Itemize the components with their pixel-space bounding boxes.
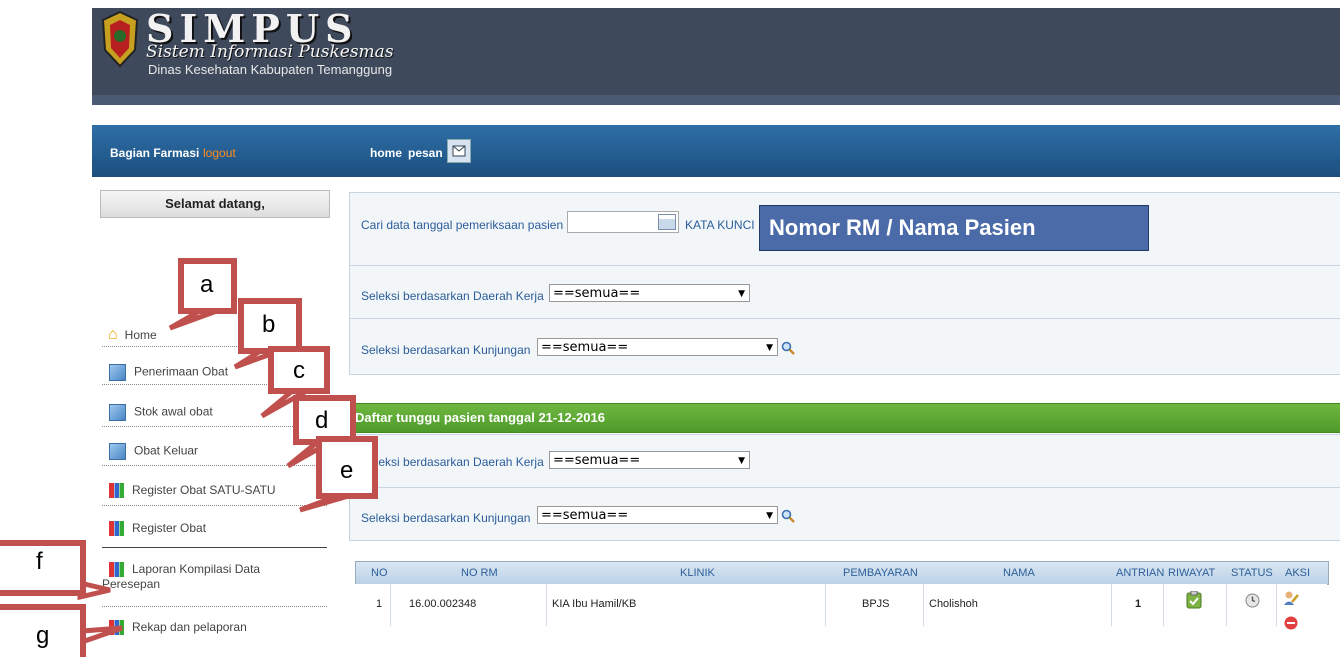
kunjungan-filter-label: Seleksi berdasarkan Kunjungan bbox=[361, 343, 531, 357]
search-icon[interactable] bbox=[781, 509, 795, 523]
welcome-banner: Selamat datang, bbox=[100, 190, 330, 218]
home-icon: ⌂ bbox=[108, 326, 118, 343]
cell-pembayaran: BPJS bbox=[862, 598, 890, 610]
organization-name: Dinas Kesehatan Kabupaten Temanggung bbox=[148, 62, 393, 77]
sidebar-item-label: Rekap dan pelaporan bbox=[132, 620, 247, 634]
nav-pesan-link[interactable]: pesan bbox=[408, 146, 443, 160]
sidebar-item-label: Register Obat SATU-SATU bbox=[132, 483, 276, 497]
chart-icon bbox=[109, 483, 124, 499]
edit-user-icon[interactable] bbox=[1283, 590, 1299, 606]
logout-link[interactable]: logout bbox=[203, 146, 236, 160]
col-aksi: AKSI bbox=[1285, 567, 1311, 579]
sidebar-item-label: Laporan Kompilasi Data bbox=[132, 562, 261, 576]
col-nama: NAMA bbox=[1003, 567, 1035, 579]
col-klinik: KLINIK bbox=[680, 567, 715, 579]
chart-icon bbox=[109, 620, 124, 636]
status-clock-icon[interactable] bbox=[1245, 593, 1260, 608]
sidebar-item-label: Stok awal obat bbox=[134, 404, 213, 419]
queue-kunjungan-select[interactable]: ==semua== ▼ bbox=[537, 506, 778, 524]
col-no: NO bbox=[371, 567, 388, 579]
edit-icon bbox=[109, 364, 126, 381]
daerah-filter-label: Seleksi berdasarkan Daerah Kerja bbox=[361, 289, 544, 303]
keyword-label: KATA KUNCI bbox=[685, 218, 755, 232]
cell-no: 1 bbox=[376, 598, 383, 610]
sidebar-item-label: Register Obat bbox=[132, 521, 207, 535]
sidebar-item-label: Obat Keluar bbox=[134, 443, 199, 458]
callout-f bbox=[0, 540, 86, 596]
callout-c-label: c bbox=[293, 357, 305, 384]
sidebar-item-obat-keluar[interactable]: Obat Keluar bbox=[102, 443, 327, 466]
app-subtitle: Sistem Informasi Puskesmas bbox=[146, 42, 394, 62]
message-icon[interactable] bbox=[447, 139, 471, 163]
user-role: Bagian Farmasi bbox=[110, 146, 200, 160]
chart-icon bbox=[109, 562, 124, 578]
edit-icon bbox=[109, 404, 126, 421]
history-clipboard-icon[interactable] bbox=[1186, 591, 1202, 609]
sidebar-item-rekap-pelaporan[interactable]: Rekap dan pelaporan bbox=[102, 620, 327, 642]
regency-emblem-icon bbox=[101, 10, 139, 68]
nav-home-link[interactable]: home bbox=[370, 146, 402, 160]
chart-icon bbox=[109, 521, 124, 537]
queue-kunjungan-label: Seleksi berdasarkan Kunjungan bbox=[361, 511, 531, 525]
delete-icon[interactable] bbox=[1284, 616, 1298, 630]
header-divider bbox=[92, 95, 1340, 105]
top-navbar bbox=[92, 125, 1340, 177]
callout-b-label: b bbox=[262, 311, 276, 338]
date-search-label: Cari data tanggal pemeriksaan pasien bbox=[361, 218, 564, 232]
cell-no-rm: 16.00.002348 bbox=[409, 598, 477, 610]
search-icon[interactable] bbox=[781, 341, 795, 355]
callout-g-label: g bbox=[36, 622, 50, 649]
cell-nama: Cholishoh bbox=[929, 598, 978, 610]
callout-d-label: d bbox=[315, 407, 329, 434]
callout-a-label: a bbox=[200, 271, 214, 298]
sidebar-item-laporan-kompilasi[interactable]: Laporan Kompilasi Data Peresepan bbox=[102, 562, 327, 607]
table-row[interactable] bbox=[355, 584, 1327, 630]
queue-daerah-label: Seleksi berdasarkan Daerah Kerja bbox=[361, 455, 544, 469]
queue-title: Daftar tunggu pasien tanggal 21-12-2016 bbox=[355, 410, 605, 425]
cell-antrian: 1 bbox=[1135, 598, 1142, 610]
cell-klinik: KIA Ibu Hamil/KB bbox=[552, 598, 637, 610]
keyword-search-input[interactable]: Nomor RM / Nama Pasien bbox=[759, 205, 1149, 251]
sidebar-item-register-obat[interactable]: Register Obat bbox=[102, 521, 327, 548]
col-antrian: ANTRIAN bbox=[1116, 567, 1165, 579]
sidebar-item-label: Penerimaan Obat bbox=[134, 364, 229, 379]
col-pembayaran: PEMBAYARAN bbox=[843, 567, 918, 579]
callout-f-label: f bbox=[36, 548, 43, 575]
calendar-icon[interactable] bbox=[658, 214, 676, 230]
col-no-rm: NO RM bbox=[461, 567, 498, 579]
sidebar-item-label: Home bbox=[124, 328, 157, 342]
edit-icon bbox=[109, 443, 126, 460]
kunjungan-select[interactable]: ==semua== ▼ bbox=[537, 338, 778, 356]
col-riwayat: RIWAYAT bbox=[1168, 567, 1216, 579]
queue-daerah-select[interactable]: ==semua== ▼ bbox=[549, 451, 750, 469]
col-status: STATUS bbox=[1231, 567, 1273, 579]
sidebar-item-label-line2: Peresepan bbox=[102, 577, 161, 592]
callout-e-label: e bbox=[340, 457, 354, 484]
daerah-select[interactable]: ==semua== ▼ bbox=[549, 284, 750, 302]
sidebar-item-register-obat-satu-satu[interactable]: Register Obat SATU-SATU bbox=[102, 483, 327, 506]
